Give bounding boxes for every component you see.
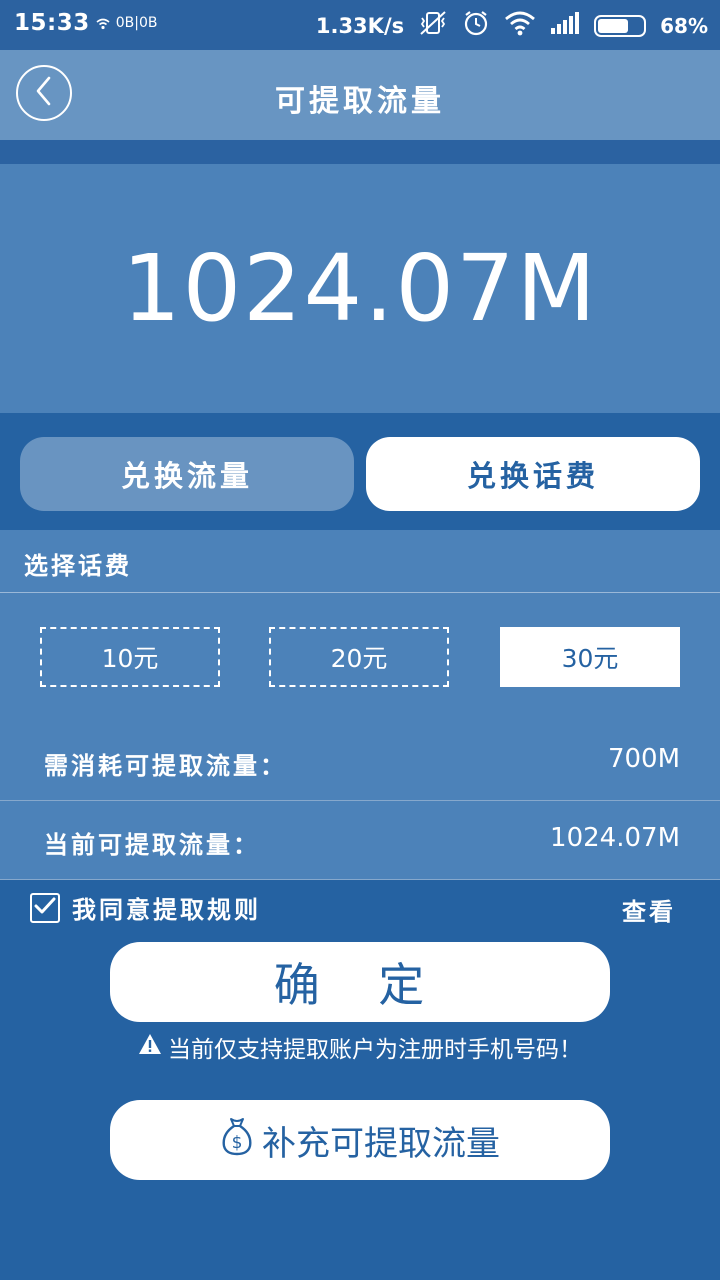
- current-row: 当前可提取流量： 1024.07M: [0, 801, 720, 880]
- status-right: 1.33K/s 68%: [316, 9, 708, 43]
- current-label: 当前可提取流量：: [44, 831, 260, 859]
- agree-checkbox[interactable]: [30, 892, 60, 923]
- notice-text: 当前仅支持提取账户为注册时手机号码！: [168, 1037, 582, 1063]
- confirm-button[interactable]: 确 定: [110, 942, 610, 1022]
- select-credit-label: 选择话费: [24, 552, 132, 580]
- option-30-yuan[interactable]: 30元: [500, 627, 680, 687]
- wifi-icon: [504, 10, 536, 42]
- balance-amount: 1024.07M: [122, 235, 598, 342]
- tab-bar: 兑换流量 兑换话费: [0, 413, 720, 530]
- battery-fill: [598, 19, 629, 33]
- consume-row: 需消耗可提取流量： 700M: [0, 722, 720, 801]
- view-rules-link[interactable]: 查看: [622, 892, 676, 927]
- battery-icon: [594, 15, 647, 37]
- option-10-yuan[interactable]: 10元: [40, 627, 220, 687]
- wifi-small-icon: [96, 11, 110, 36]
- agreement-text: 我同意提取规则: [72, 896, 261, 924]
- battery-percent: 68%: [660, 14, 708, 38]
- alarm-icon: [462, 9, 490, 43]
- current-value: 1024.07M: [550, 823, 680, 853]
- agreement: 我同意提取规则: [30, 890, 261, 925]
- warning-icon: [138, 1033, 162, 1061]
- money-bag-icon: $: [220, 1116, 254, 1165]
- option-20-yuan[interactable]: 20元: [269, 627, 449, 687]
- status-bar: 15:33 0B|0B 1.33K/s 68%: [0, 0, 720, 50]
- svg-text:$: $: [232, 1133, 243, 1153]
- select-credit-header: 选择话费: [0, 530, 720, 593]
- confirm-label: 确 定: [273, 958, 447, 1012]
- consume-value: 700M: [607, 744, 680, 774]
- tab-exchange-data[interactable]: 兑换流量: [20, 437, 354, 511]
- network-speed: 1.33K/s: [315, 14, 405, 38]
- checkmark-icon: [34, 897, 56, 919]
- balance-panel: 1024.07M: [0, 164, 720, 413]
- status-time: 15:33: [14, 10, 90, 36]
- status-left: 15:33 0B|0B: [14, 10, 157, 36]
- notice: 当前仅支持提取账户为注册时手机号码！: [0, 1030, 720, 1064]
- data-counter: 0B|0B: [115, 15, 158, 31]
- tab-exchange-credit[interactable]: 兑换话费: [366, 437, 700, 511]
- topup-button[interactable]: $ 补充可提取流量: [110, 1100, 610, 1180]
- consume-label: 需消耗可提取流量：: [44, 752, 287, 780]
- header-divider: [0, 140, 720, 164]
- app-bar: 可提取流量: [0, 50, 720, 140]
- vibrate-off-icon: [418, 9, 448, 43]
- signal-icon: [550, 11, 580, 41]
- topup-label: 补充可提取流量: [262, 1123, 500, 1164]
- page-title: 可提取流量: [275, 84, 445, 119]
